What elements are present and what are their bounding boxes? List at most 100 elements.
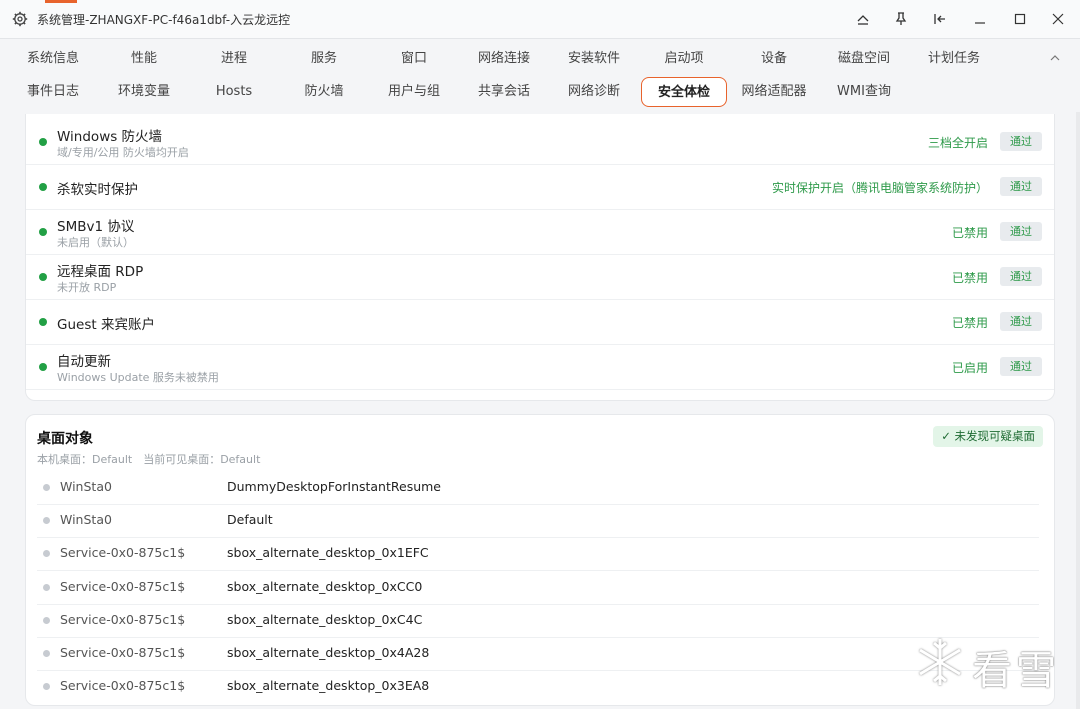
window-station: Service-0x0-875c1$ (60, 612, 186, 627)
tab-network-connections[interactable]: 网络连接 (461, 44, 547, 74)
right-edge-scrollbar[interactable] (1076, 112, 1080, 709)
status-dot (39, 228, 47, 236)
tab-firewall[interactable]: 防火墙 (281, 77, 367, 107)
pass-badge: 通过 (1000, 312, 1042, 331)
minimize-button[interactable] (969, 9, 991, 29)
tab-env-vars[interactable]: 环境变量 (101, 77, 187, 107)
section-title: 桌面对象 (37, 431, 93, 447)
table-row: Service-0x0-875c1$ sbox_alternate_deskto… (37, 604, 1039, 638)
dock-left-icon (934, 14, 945, 24)
watermark-text: 看雪 (972, 648, 1060, 694)
check-title: 自动更新 (57, 354, 111, 370)
kanxue-watermark: 看雪 (914, 636, 1064, 694)
tab-startup-items[interactable]: 启动项 (641, 44, 727, 74)
tab-shared-sessions[interactable]: 共享会话 (461, 77, 547, 107)
check-subtitle: Windows Update 服务未被禁用 (57, 371, 219, 384)
check-status: 三档全开启 (927, 136, 988, 150)
check-subtitle: 域/专用/公用 防火墙均开启 (57, 146, 189, 159)
desktop-name: sbox_alternate_desktop_0xCC0 (227, 579, 423, 594)
desktop-name: Default (227, 512, 273, 527)
tab-installed-software[interactable]: 安装软件 (551, 44, 637, 74)
status-dot (39, 363, 47, 371)
check-status: 实时保护开启（腾讯电脑管家系统防护） (771, 181, 988, 195)
tab-performance[interactable]: 性能 (101, 44, 187, 74)
check-subtitle: 未开放 RDP (57, 281, 117, 294)
status-dot (39, 138, 47, 146)
desktop-name: sbox_alternate_desktop_0x4A28 (227, 645, 430, 660)
close-button[interactable] (1047, 9, 1069, 29)
close-icon (1052, 13, 1064, 25)
table-row: Service-0x0-875c1$ sbox_alternate_deskto… (37, 637, 1039, 671)
title-bar: 系统管理-ZHANGXF-PC-f46a1dbf-入云龙远控 (0, 0, 1080, 39)
desktop-name: DummyDesktopForInstantResume (227, 479, 442, 494)
check-row-guest: Guest 来宾账户 已禁用 通过 (26, 299, 1054, 345)
pass-badge: 通过 (1000, 177, 1042, 196)
maximize-button[interactable] (1009, 9, 1031, 29)
check-title: Guest 来宾账户 (57, 317, 155, 333)
desktop-objects-card: 桌面对象 本机桌面：Default 当前可见桌面：Default ✓ 未发现可疑… (25, 414, 1055, 706)
tab-event-log[interactable]: 事件日志 (10, 77, 96, 107)
chevron-up-icon (857, 15, 869, 25)
tab-services[interactable]: 服务 (281, 44, 367, 74)
window-station: Service-0x0-875c1$ (60, 579, 186, 594)
tab-users-groups[interactable]: 用户与组 (371, 77, 457, 107)
check-title: Windows 防火墙 (57, 129, 163, 145)
tab-hosts[interactable]: Hosts (191, 77, 277, 107)
tab-disk-space[interactable]: 磁盘空间 (821, 44, 907, 74)
window-station: WinSta0 (60, 479, 112, 494)
pin-icon (895, 12, 907, 25)
check-row-antivirus: 杀软实时保护 实时保护开启（腾讯电脑管家系统防护） 通过 (26, 164, 1054, 210)
gear-icon (12, 11, 28, 27)
check-status: 已启用 (951, 361, 988, 375)
pass-badge: 通过 (1000, 132, 1042, 151)
minimize-icon (975, 22, 985, 24)
row-dot (43, 517, 50, 524)
tab-devices[interactable]: 设备 (731, 44, 817, 74)
table-row: Service-0x0-875c1$ sbox_alternate_deskto… (37, 670, 1039, 703)
tab-network-adapters[interactable]: 网络适配器 (731, 77, 817, 107)
security-check-card: Windows 防火墙 域/专用/公用 防火墙均开启 三档全开启 通过 杀软实时… (25, 114, 1055, 401)
check-status: 已禁用 (951, 271, 988, 285)
collapse-tabs-button[interactable] (1049, 52, 1061, 67)
check-subtitle: 未启用（默认） (57, 236, 134, 249)
window-station: Service-0x0-875c1$ (60, 645, 186, 660)
tab-network-diagnostics[interactable]: 网络诊断 (551, 77, 637, 107)
title-accent-bar (45, 0, 77, 3)
tab-bar: 系统信息 性能 进程 服务 窗口 网络连接 安装软件 启动项 设备 磁盘空间 计… (0, 42, 1080, 112)
row-dot (43, 584, 50, 591)
check-title: 远程桌面 RDP (57, 264, 144, 280)
check-title: SMBv1 协议 (57, 219, 135, 235)
status-dot (39, 273, 47, 281)
window-station: Service-0x0-875c1$ (60, 678, 186, 693)
dock-left-button[interactable] (929, 9, 951, 29)
collapse-up-button[interactable] (852, 9, 874, 29)
row-dot (43, 617, 50, 624)
check-row-smbv1: SMBv1 协议 未启用（默认） 已禁用 通过 (26, 209, 1054, 255)
chevron-up-icon (1050, 55, 1060, 61)
table-row: Service-0x0-875c1$ sbox_alternate_deskto… (37, 571, 1039, 605)
tab-scheduled-tasks[interactable]: 计划任务 (911, 44, 997, 74)
tab-processes[interactable]: 进程 (191, 44, 277, 74)
desktop-name: sbox_alternate_desktop_0x3EA8 (227, 678, 430, 693)
pin-button[interactable] (890, 9, 912, 29)
table-row: Service-0x0-875c1$ sbox_alternate_deskto… (37, 537, 1039, 571)
table-row: WinSta0 DummyDesktopForInstantResume (37, 471, 1039, 505)
tab-security-check[interactable]: 安全体检 (641, 77, 727, 107)
snowflake-icon (919, 639, 961, 685)
check-status: 已禁用 (951, 226, 988, 240)
row-dot (43, 484, 50, 491)
desktop-name: sbox_alternate_desktop_0xC4C (227, 612, 423, 627)
row-dot (43, 683, 50, 690)
maximize-icon (1014, 13, 1026, 25)
check-row-firewall: Windows 防火墙 域/专用/公用 防火墙均开启 三档全开启 通过 (26, 119, 1054, 165)
check-row-rdp: 远程桌面 RDP 未开放 RDP 已禁用 通过 (26, 254, 1054, 300)
tab-system-info[interactable]: 系统信息 (10, 44, 96, 74)
pass-badge: 通过 (1000, 357, 1042, 376)
check-status: 已禁用 (951, 316, 988, 330)
desktop-name: sbox_alternate_desktop_0x1EFC (227, 545, 429, 560)
pass-badge: 通过 (1000, 267, 1042, 286)
table-row: WinSta0 Default (37, 504, 1039, 538)
tab-wmi-query[interactable]: WMI查询 (821, 77, 907, 107)
window-title: 系统管理-ZHANGXF-PC-f46a1dbf-入云龙远控 (37, 13, 291, 27)
tab-windows[interactable]: 窗口 (371, 44, 457, 74)
